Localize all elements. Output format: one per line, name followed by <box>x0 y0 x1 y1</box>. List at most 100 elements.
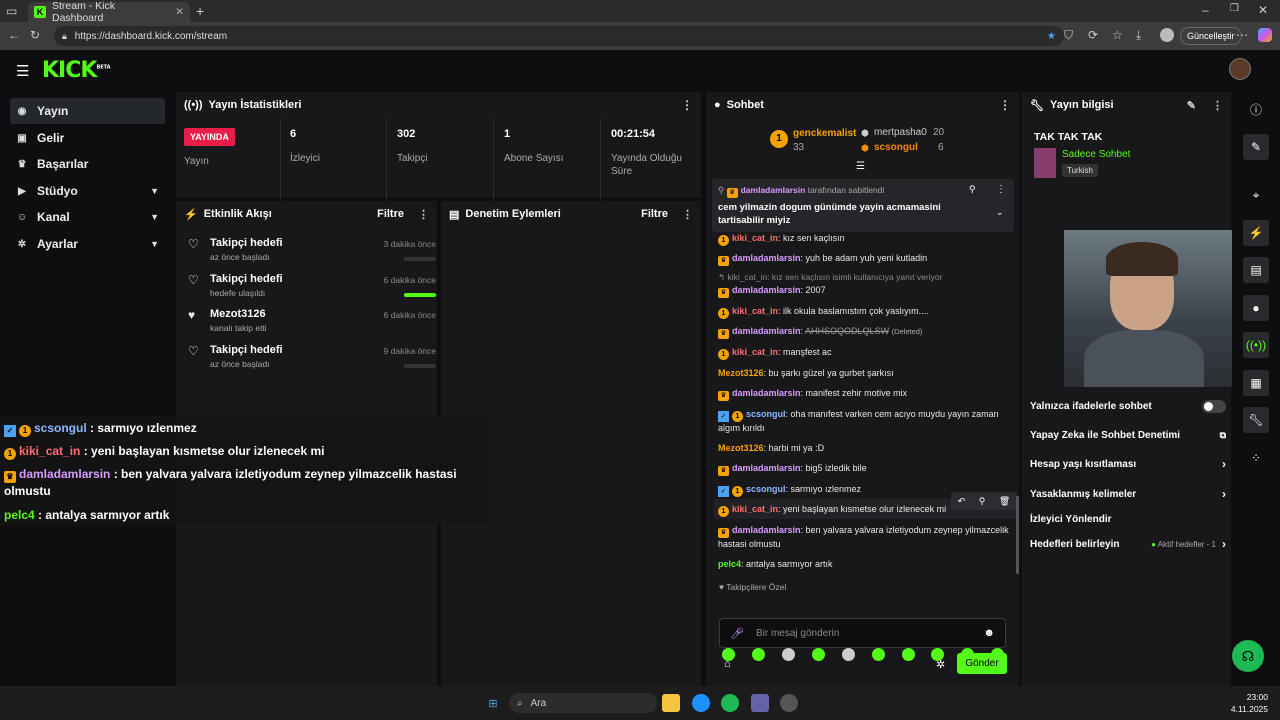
goals-setting[interactable]: Hedefleri belirleyin ● Aktif hedefler - 1… <box>1030 534 1226 554</box>
send-button[interactable]: Gönder <box>957 653 1007 674</box>
emote-4-icon[interactable] <box>812 648 825 661</box>
pinned-message[interactable]: ⚲ ♛ damladamlarsin tarafından sabitlendi … <box>712 179 1014 232</box>
edge-browser-icon[interactable] <box>692 694 710 712</box>
chevron-down-icon[interactable]: ⌄ <box>996 207 1004 218</box>
emote-only-toggle[interactable] <box>1202 399 1226 413</box>
copilot-icon[interactable] <box>1258 28 1272 42</box>
chat-settings-icon[interactable]: ✲ <box>936 658 945 671</box>
spotify-icon[interactable] <box>721 694 739 712</box>
close-window-icon[interactable]: ✕ <box>1258 3 1268 17</box>
chat-message[interactable]: 1 kiki_cat_in: manşfest ac <box>718 346 1010 360</box>
chat-message[interactable]: ♛ damladamlarsin: ben yalvara yalvara izl… <box>718 524 1010 551</box>
chat-scrollbar[interactable] <box>1016 496 1019 574</box>
chat-input[interactable]: 🎤︎ Bir mesaj gönderin ☻ <box>719 618 1006 648</box>
lightning-icon[interactable]: ⚡ <box>1243 220 1269 246</box>
apps-icon[interactable]: ⁘ <box>1243 445 1269 471</box>
chat-message[interactable]: ♛ damladamlarsin: manifest zehir motive m… <box>718 387 1010 401</box>
update-button[interactable]: Güncelleştir <box>1180 27 1242 45</box>
leader-name[interactable]: genckemalist <box>793 128 856 139</box>
activity-item[interactable]: ♡ Takipçi hedefi az önce başladı 9 dakika ö… <box>184 342 436 378</box>
edit-pencil-icon[interactable]: ✎ <box>1243 134 1269 160</box>
kick-logo[interactable]: KICKBETA <box>42 58 111 83</box>
more-options-icon[interactable]: ⋮ <box>681 98 693 112</box>
taskbar-search[interactable]: ⌕ Ara <box>509 693 657 713</box>
tab-actions-icon[interactable]: ▭ <box>6 4 17 18</box>
chat-message[interactable]: ♛ damladamlarsin: 2007 <box>718 284 1010 298</box>
collapse-icon[interactable]: ☰ <box>856 161 865 172</box>
more-options-icon[interactable]: ⋮ <box>999 98 1011 112</box>
chat-icon[interactable]: ● <box>1243 295 1269 321</box>
favorite-star-icon[interactable]: ★ <box>1047 31 1056 42</box>
hamburger-menu-icon[interactable]: ☰ <box>16 62 29 80</box>
wrench-icon[interactable]: 🔧︎ <box>1243 407 1269 433</box>
browser-tab[interactable]: K Stream - Kick Dashboard ✕ <box>28 0 190 24</box>
leader-name[interactable]: mertpasha0 <box>874 127 927 138</box>
sidebar-item-basarilar[interactable]: ♛ Başarılar <box>10 151 165 177</box>
microphone-icon[interactable]: 🎤︎ <box>730 627 744 640</box>
emote-6-icon[interactable] <box>872 648 885 661</box>
redirect-viewers-setting[interactable]: İzleyici Yönlendir <box>1030 509 1226 529</box>
pin-icon[interactable]: ⚲ <box>979 496 986 507</box>
chat-message[interactable]: Mezot3126: harbi mi ya :D <box>718 442 1010 455</box>
edit-icon[interactable]: ✎ <box>1187 99 1196 112</box>
user-avatar[interactable] <box>1229 58 1251 80</box>
sidebar-item-gelir[interactable]: ▣ Gelir <box>10 125 165 151</box>
favorites-icon[interactable]: ☆ <box>1112 28 1123 42</box>
chat-message[interactable]: ♛ damladamlarsin: AHHSOQODLQLSW (Deleted) <box>718 325 1010 339</box>
teams-icon[interactable] <box>751 694 769 712</box>
filter-button[interactable]: Filtre <box>641 208 668 220</box>
emoji-icon[interactable]: ☻ <box>983 627 995 639</box>
leader-name[interactable]: scsongul <box>874 142 918 153</box>
banned-words-setting[interactable]: Yasaklanmış kelimeler › <box>1030 484 1226 504</box>
more-options-icon[interactable]: ⋮ <box>996 184 1006 195</box>
app-icon[interactable] <box>780 694 798 712</box>
more-options-icon[interactable]: ⋮ <box>1212 99 1223 112</box>
profile-avatar[interactable] <box>1160 28 1174 42</box>
document-icon[interactable]: ▤ <box>1243 257 1269 283</box>
more-options-icon[interactable]: ⋮ <box>418 208 429 221</box>
emote-7-icon[interactable] <box>902 648 915 661</box>
chat-message[interactable]: ♛ damladamlarsin: yuh be adam yuh yeni ku… <box>718 252 1010 266</box>
delete-icon[interactable]: 🗑︎ <box>999 496 1010 507</box>
sidebar-item-yayin[interactable]: ◉ Yayın <box>10 98 165 124</box>
refresh-icon[interactable]: ↻ <box>30 28 40 42</box>
help-support-icon[interactable]: ☊ <box>1232 640 1264 672</box>
activity-item[interactable]: ♡ Takipçi hedefi hedefe ulaşıldı 6 dakika ö… <box>184 271 436 307</box>
emote-2-icon[interactable] <box>752 648 765 661</box>
chat-message[interactable]: ✓ 1 scsongul: oha manıfest varken cem acıy… <box>718 408 1010 435</box>
emote-3-icon[interactable] <box>782 648 795 661</box>
sidebar-item-kanal[interactable]: ☺ Kanal ▼ <box>10 204 165 230</box>
reply-icon[interactable]: ↶ <box>958 496 966 507</box>
url-field[interactable]: 🔒︎ https://dashboard.kick.com/stream ★ <box>54 26 1064 46</box>
sidebar-item-ayarlar[interactable]: ✲ Ayarlar ▼ <box>10 231 165 257</box>
chat-message[interactable]: Mezot3126: bu şarkı güzel ya gurbet şark… <box>718 367 1010 380</box>
chat-message[interactable]: 1 kiki_cat_in: ilk okula baslamıstım çok … <box>718 305 1010 319</box>
more-options-icon[interactable]: ⋮ <box>682 208 693 221</box>
category-name[interactable]: Sadece Sohbet <box>1062 149 1130 160</box>
chat-message[interactable]: ♛ damladamlarsin: big5 izledik bile <box>718 462 1010 476</box>
info-icon[interactable]: ⓘ <box>1243 96 1269 122</box>
account-age-setting[interactable]: Hesap yaşı kısıtlaması › <box>1030 454 1226 474</box>
layout-icon[interactable]: ▦ <box>1243 370 1269 396</box>
downloads-icon[interactable]: ⤓ <box>1136 28 1141 43</box>
activity-item[interactable]: ♡ Takipçi hedefi az önce başladı 3 dakika ö… <box>184 235 436 271</box>
activity-item[interactable]: ♥ Mezot3126 kanalı takip etti 6 dakika önce <box>184 306 436 342</box>
new-tab-icon[interactable]: + <box>196 3 204 19</box>
camera-icon[interactable]: ⌖ <box>1243 182 1269 208</box>
ai-moderation-setting[interactable]: Yapay Zeka ile Sohbet Denetimi ⧉ <box>1030 425 1226 445</box>
back-icon[interactable]: ← <box>8 28 20 42</box>
filter-button[interactable]: Filtre <box>377 208 404 220</box>
chat-message[interactable]: pelc4: antalya sarmıyor artık <box>718 558 1010 571</box>
browser-menu-icon[interactable]: ⋯ <box>1236 28 1248 42</box>
file-explorer-icon[interactable] <box>662 694 680 712</box>
shield-icon[interactable]: ⛉ <box>1064 28 1073 43</box>
maximize-icon[interactable]: ❐ <box>1230 3 1239 14</box>
emote-5-icon[interactable] <box>842 648 855 661</box>
store-icon[interactable]: ⌂ <box>724 658 731 670</box>
broadcast-icon[interactable]: ((•)) <box>1243 332 1269 358</box>
windows-start-icon[interactable]: ⊞ <box>484 694 502 712</box>
sidebar-item-studyo[interactable]: ▶ Stüdyo ▼ <box>10 178 165 204</box>
extensions-icon[interactable]: ⟳ <box>1088 28 1098 42</box>
chat-message[interactable]: 1 kiki_cat_in: kız sen kaçlısın <box>718 232 1010 246</box>
unpin-icon[interactable]: ⚲ <box>969 184 976 195</box>
